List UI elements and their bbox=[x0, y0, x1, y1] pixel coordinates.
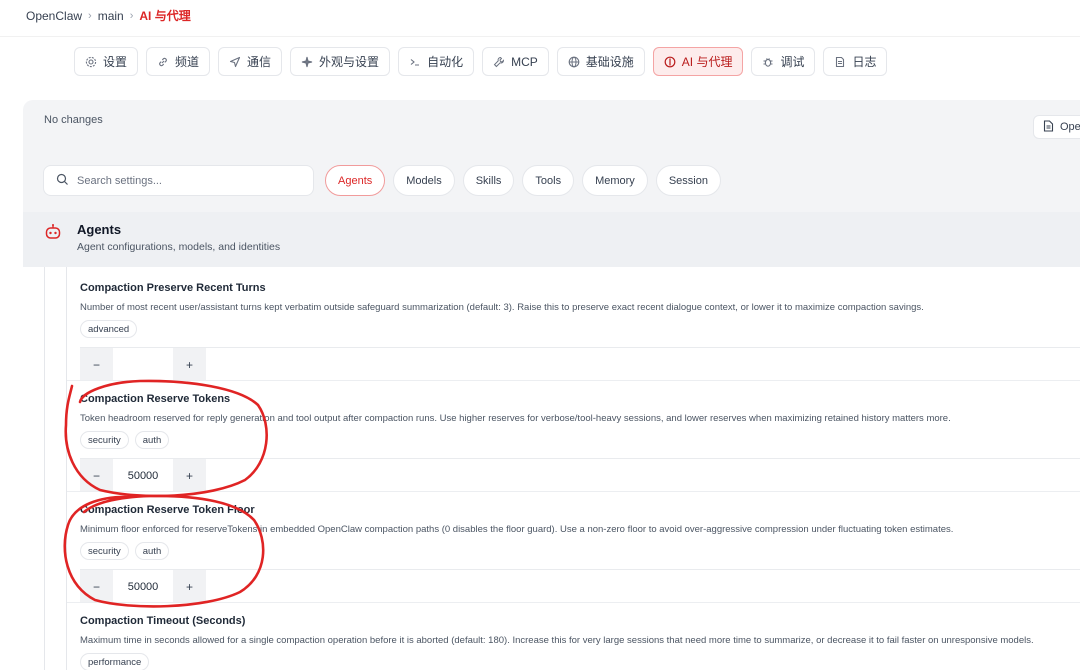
tab-label: 调试 bbox=[780, 55, 805, 69]
open-button-label: Ope bbox=[1060, 121, 1080, 133]
decrement-button[interactable]: − bbox=[80, 459, 113, 492]
tab-label: 频道 bbox=[175, 55, 200, 69]
terminal-icon bbox=[409, 56, 421, 68]
filter-chip-models[interactable]: Models bbox=[393, 165, 455, 196]
search-input[interactable] bbox=[77, 174, 297, 187]
setting-title: Compaction Reserve Tokens bbox=[80, 393, 231, 405]
tab-settings[interactable]: 设置 bbox=[74, 47, 139, 76]
tab-label: AI 与代理 bbox=[681, 55, 733, 69]
setting-field: Compaction Reserve Tokens Token headroom… bbox=[80, 393, 1080, 449]
category-filters: Agents Models Skills Tools Memory Sessio… bbox=[325, 165, 721, 196]
setting-description: Maximum time in seconds allowed for a si… bbox=[80, 635, 1034, 646]
filter-chip-session[interactable]: Session bbox=[655, 165, 721, 196]
setting-title: Compaction Preserve Recent Turns bbox=[80, 282, 266, 294]
filter-chip-tools[interactable]: Tools bbox=[522, 165, 575, 196]
number-stepper: − + bbox=[80, 459, 206, 492]
setting-field: Compaction Reserve Token Floor Minimum f… bbox=[80, 504, 1080, 560]
divider bbox=[80, 458, 1080, 459]
brain-icon bbox=[664, 56, 676, 68]
breadcrumb: OpenClaw › main › AI 与代理 bbox=[26, 7, 191, 24]
wrench-icon bbox=[493, 56, 505, 68]
tab-logs[interactable]: 日志 bbox=[823, 47, 888, 76]
bug-icon bbox=[762, 56, 774, 68]
number-input[interactable] bbox=[113, 570, 173, 603]
setting-tag: auth bbox=[134, 542, 170, 560]
tab-label: 自动化 bbox=[427, 55, 464, 69]
tab-label: 日志 bbox=[852, 55, 877, 69]
robot-icon bbox=[44, 223, 62, 241]
breadcrumb-separator: › bbox=[88, 9, 92, 22]
number-stepper: − + bbox=[80, 570, 206, 603]
sparkle-icon bbox=[301, 56, 313, 68]
row-divider bbox=[67, 602, 1080, 603]
breadcrumb-root[interactable]: OpenClaw bbox=[26, 9, 82, 23]
tab-debug[interactable]: 调试 bbox=[751, 47, 816, 76]
header-divider bbox=[0, 36, 1080, 37]
tab-ai-agents[interactable]: AI 与代理 bbox=[652, 47, 744, 76]
number-input[interactable] bbox=[113, 459, 173, 492]
breadcrumb-current: AI 与代理 bbox=[139, 9, 191, 23]
tab-label: 外观与设置 bbox=[319, 55, 380, 69]
open-button[interactable]: Ope bbox=[1033, 115, 1080, 139]
filter-chip-agents[interactable]: Agents bbox=[325, 165, 386, 196]
tree-rail bbox=[44, 267, 45, 670]
filter-chip-memory[interactable]: Memory bbox=[582, 165, 648, 196]
document-icon bbox=[834, 56, 846, 68]
setting-field: Compaction Timeout (Seconds) Maximum tim… bbox=[80, 615, 1080, 670]
file-icon bbox=[1043, 119, 1054, 135]
gear-icon bbox=[85, 56, 97, 68]
divider bbox=[80, 569, 1080, 570]
decrement-button[interactable]: − bbox=[80, 570, 113, 603]
setting-description: Minimum floor enforced for reserveTokens… bbox=[80, 524, 954, 535]
increment-button[interactable]: + bbox=[173, 459, 206, 492]
tab-channels[interactable]: 频道 bbox=[146, 47, 211, 76]
setting-title: Compaction Timeout (Seconds) bbox=[80, 615, 246, 627]
setting-tag: security bbox=[80, 431, 129, 449]
tab-label: 通信 bbox=[247, 55, 272, 69]
tab-mcp[interactable]: MCP bbox=[482, 47, 549, 76]
setting-description: Token headroom reserved for reply genera… bbox=[80, 413, 951, 424]
setting-description: Number of most recent user/assistant tur… bbox=[80, 302, 924, 313]
send-icon bbox=[229, 56, 241, 68]
setting-tag: performance bbox=[80, 653, 150, 670]
save-status: No changes bbox=[44, 114, 103, 126]
section-subtitle: Agent configurations, models, and identi… bbox=[77, 241, 281, 253]
row-divider bbox=[67, 380, 1080, 381]
search-icon bbox=[56, 173, 69, 189]
number-input[interactable] bbox=[113, 348, 173, 381]
setting-field: Compaction Preserve Recent Turns Number … bbox=[80, 282, 1080, 338]
tree-rail bbox=[66, 267, 67, 670]
tab-infrastructure[interactable]: 基础设施 bbox=[556, 47, 645, 76]
breadcrumb-branch[interactable]: main bbox=[98, 9, 124, 23]
link-icon bbox=[157, 56, 169, 68]
number-stepper: − + bbox=[80, 348, 206, 381]
tab-automation[interactable]: 自动化 bbox=[398, 47, 475, 76]
search-box bbox=[43, 165, 314, 196]
section-header bbox=[23, 212, 1080, 267]
settings-nav-tabs: 设置 频道 通信 外观与设置 自动化 MCP 基础设施 AI 与代理 调试 日志 bbox=[74, 47, 888, 76]
globe-icon bbox=[568, 56, 580, 68]
decrement-button[interactable]: − bbox=[80, 348, 113, 381]
section-title: Agents bbox=[77, 222, 122, 237]
increment-button[interactable]: + bbox=[173, 570, 206, 603]
setting-title: Compaction Reserve Token Floor bbox=[80, 504, 255, 516]
tab-label: 基础设施 bbox=[585, 55, 634, 69]
row-divider bbox=[67, 491, 1080, 492]
tab-label: 设置 bbox=[103, 55, 128, 69]
setting-tag: auth bbox=[134, 431, 170, 449]
filter-chip-skills[interactable]: Skills bbox=[462, 165, 515, 196]
increment-button[interactable]: + bbox=[173, 348, 206, 381]
divider bbox=[80, 347, 1080, 348]
setting-tag: advanced bbox=[80, 320, 138, 338]
tab-communication[interactable]: 通信 bbox=[218, 47, 283, 76]
tab-appearance[interactable]: 外观与设置 bbox=[290, 47, 391, 76]
tab-label: MCP bbox=[511, 54, 538, 69]
setting-tag: security bbox=[80, 542, 129, 560]
breadcrumb-separator: › bbox=[129, 9, 134, 22]
